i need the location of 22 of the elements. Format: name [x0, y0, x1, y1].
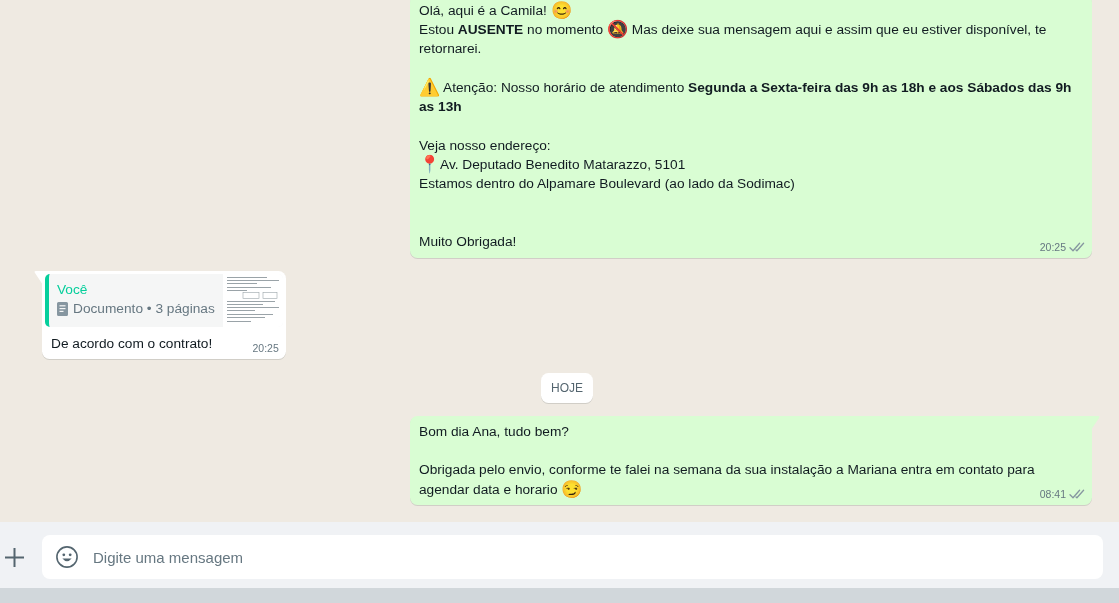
document-icon	[57, 301, 68, 316]
message-text: 📍Av. Deputado Benedito Matarazzo, 5101	[419, 157, 686, 173]
quoted-document[interactable]: Você Documento • 3 páginas	[45, 273, 283, 327]
emoji-icon[interactable]	[56, 546, 78, 568]
message-text: Muito Obrigada!	[419, 234, 517, 250]
message-text: Estamos dentro do Alpamare Boulevard (ao lado da Sodimac)	[419, 176, 795, 192]
message-text: Estou AUSENTE no momento 🔕 Mas deixe sua mensagem aqui e assim que eu estiver disponível, te retornarei.	[419, 21, 1047, 57]
document-thumbnail-drawing	[222, 273, 283, 327]
message-time: 08:41	[1039, 487, 1066, 502]
message-text: Veja nosso endereço:	[419, 137, 551, 153]
message-time: 20:25	[1039, 239, 1066, 255]
message-input[interactable]: Digite uma mensagem	[42, 535, 1103, 579]
message-text: Obrigada pelo envio, conforme te falei na semana da sua instalação a Mariana entra em contato para agendar data e horario 😏	[419, 462, 1035, 497]
date-chip: HOJE	[541, 372, 593, 403]
message-text: Olá, aqui é a Camila! 😊	[419, 2, 572, 18]
quote-author: Você	[57, 280, 89, 299]
message-text: ⚠ Atenção: Nosso horário de atendimento Segunda a Sexta-feira das 9h as 18h e aos Sábados das 9h as 13h	[419, 79, 1072, 115]
message-time: 20:25	[252, 340, 279, 356]
plus-icon[interactable]	[5, 547, 24, 567]
message-text: Bom dia Ana, tudo bem?	[419, 423, 569, 439]
message-text: De acordo com o contrato!	[51, 335, 213, 351]
attachment-label: Documento • 3 páginas	[73, 299, 215, 318]
